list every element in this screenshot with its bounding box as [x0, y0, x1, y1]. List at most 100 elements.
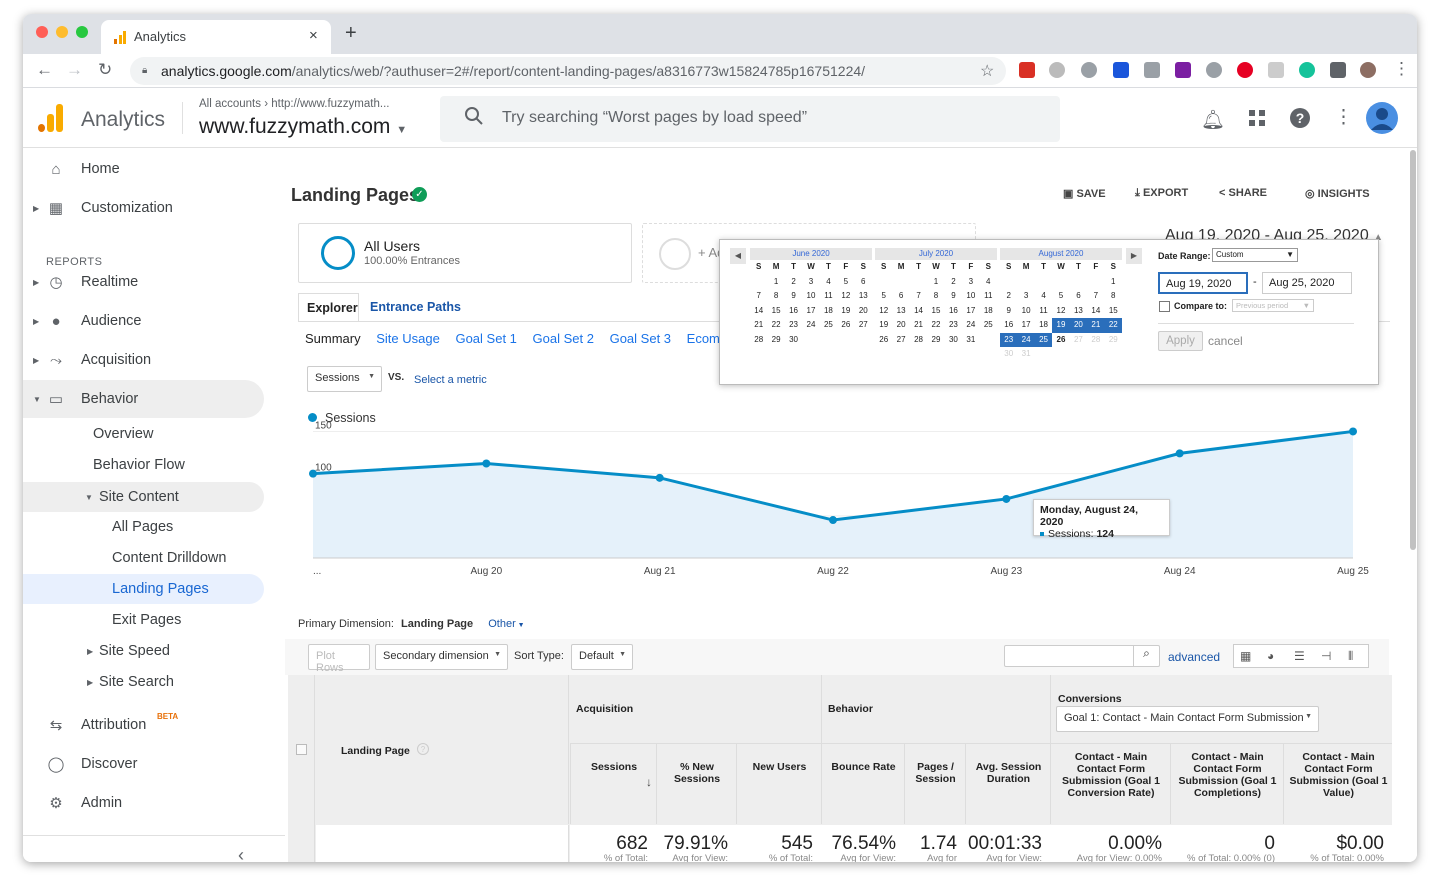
- calendar-day[interactable]: 4: [1035, 289, 1052, 304]
- extension-c-icon[interactable]: [1206, 62, 1222, 78]
- calendar-day[interactable]: 26: [875, 333, 892, 348]
- calendar-day[interactable]: 3: [1017, 289, 1034, 304]
- extensions-puzzle-icon[interactable]: [1330, 62, 1346, 78]
- apply-button[interactable]: Apply: [1158, 331, 1203, 351]
- pivot-view-icon[interactable]: ⦀: [1348, 649, 1353, 664]
- sort-type-select[interactable]: Default ▼: [571, 644, 633, 670]
- apps-grid-icon[interactable]: [1249, 110, 1265, 131]
- landing-page-header[interactable]: Landing Page ?: [316, 675, 569, 824]
- calendar-day[interactable]: 25: [820, 318, 837, 333]
- calendar-day[interactable]: 1: [927, 275, 944, 290]
- range-type-select[interactable]: Custom ▼: [1212, 248, 1298, 262]
- user-avatar[interactable]: [1366, 102, 1398, 134]
- column-header[interactable]: New Users: [736, 743, 821, 824]
- next-month-icon[interactable]: ▶: [1126, 248, 1142, 264]
- calendar-day[interactable]: 16: [785, 304, 802, 319]
- calendar-day[interactable]: 14: [910, 304, 927, 319]
- calendar-day[interactable]: 19: [1052, 318, 1070, 333]
- calendar-day[interactable]: 23: [945, 318, 962, 333]
- calendar-day[interactable]: 21: [1087, 318, 1105, 333]
- calendar-day[interactable]: 19: [875, 318, 892, 333]
- sort-descending-icon[interactable]: ↓: [646, 775, 652, 789]
- table-view-icon[interactable]: ▦: [1240, 649, 1251, 663]
- calendar-day[interactable]: 15: [767, 304, 784, 319]
- calendar-day[interactable]: 22: [767, 318, 784, 333]
- calendar-day[interactable]: 6: [1070, 289, 1087, 304]
- browser-menu-icon[interactable]: ⋮: [1393, 59, 1410, 79]
- back-icon[interactable]: ←: [36, 60, 53, 80]
- end-date-input[interactable]: Aug 25, 2020: [1262, 272, 1352, 294]
- page-scrollbar[interactable]: [1410, 150, 1416, 550]
- calendar-day[interactable]: 9: [785, 289, 802, 304]
- export-button[interactable]: ⤓ EXPORT: [1135, 187, 1188, 200]
- calendar-day[interactable]: 2: [1000, 289, 1017, 304]
- tab-close-icon[interactable]: ×: [309, 27, 318, 44]
- calendar-day[interactable]: 12: [875, 304, 892, 319]
- reload-icon[interactable]: ↻: [98, 60, 112, 80]
- extension-k-icon[interactable]: [1049, 62, 1065, 78]
- notifications-bell-icon[interactable]: 🔔︎: [1201, 108, 1225, 132]
- maximize-window-button[interactable]: [76, 26, 88, 38]
- calendar-day[interactable]: 20: [1069, 318, 1088, 333]
- calendar-day[interactable]: 19: [837, 304, 854, 319]
- goal-select[interactable]: Goal 1: Contact - Main Contact Form Subm…: [1056, 706, 1319, 732]
- calendar-day[interactable]: 14: [750, 304, 767, 319]
- start-date-input[interactable]: Aug 19, 2020: [1158, 272, 1248, 294]
- cancel-link[interactable]: cancel: [1208, 334, 1243, 348]
- calendar-day[interactable]: 8: [767, 289, 784, 304]
- calendar-day[interactable]: 9: [1000, 304, 1017, 319]
- calendar-day[interactable]: 7: [750, 289, 767, 304]
- minimize-window-button[interactable]: [56, 26, 68, 38]
- calendar-day[interactable]: 11: [980, 289, 997, 304]
- close-window-button[interactable]: [36, 26, 48, 38]
- calendar-day[interactable]: 27: [892, 333, 909, 348]
- calendar-day[interactable]: 30: [785, 333, 802, 348]
- column-header[interactable]: Bounce Rate: [821, 743, 904, 824]
- other-dimension-link[interactable]: Other: [488, 618, 516, 630]
- extension-camera-icon[interactable]: [1144, 62, 1160, 78]
- browser-tab[interactable]: Analytics ×: [101, 20, 331, 54]
- calendar-day[interactable]: 1: [767, 275, 784, 290]
- new-tab-icon[interactable]: +: [345, 22, 357, 45]
- calendar-day[interactable]: 5: [1052, 289, 1069, 304]
- calendar-day[interactable]: 10: [802, 289, 819, 304]
- tab-entrance-paths[interactable]: Entrance Paths: [370, 300, 461, 314]
- calendar-day[interactable]: 31: [962, 333, 979, 348]
- calendar-day[interactable]: 28: [910, 333, 927, 348]
- calendar-day[interactable]: 13: [892, 304, 909, 319]
- calendar-day[interactable]: 9: [945, 289, 962, 304]
- calendar-day[interactable]: 21: [910, 318, 927, 333]
- calendar-day[interactable]: 11: [820, 289, 837, 304]
- column-header[interactable]: % New Sessions: [656, 743, 736, 824]
- analytics-logo-icon[interactable]: [38, 104, 64, 132]
- subtab-site-usage[interactable]: Site Usage: [376, 331, 440, 346]
- calendar-day[interactable]: 28: [1087, 333, 1104, 348]
- search-box[interactable]: Try searching “Worst pages by load speed…: [440, 96, 1060, 142]
- calendar-day[interactable]: 6: [855, 275, 872, 290]
- calendar-day[interactable]: 16: [1000, 318, 1017, 333]
- extension-flag-icon[interactable]: [1268, 62, 1284, 78]
- compare-checkbox[interactable]: [1159, 301, 1170, 312]
- advanced-filter-link[interactable]: advanced: [1168, 650, 1220, 664]
- calendar-day[interactable]: 16: [945, 304, 962, 319]
- calendar-day[interactable]: 21: [750, 318, 767, 333]
- calendar-day[interactable]: 13: [1070, 304, 1087, 319]
- calendar-day[interactable]: 3: [962, 275, 979, 290]
- calendar-day[interactable]: 30: [1000, 347, 1017, 362]
- extension-calendar-icon[interactable]: [1019, 62, 1035, 78]
- help-icon[interactable]: ?: [1290, 108, 1310, 128]
- calendar-day[interactable]: 24: [802, 318, 819, 333]
- calendar-day[interactable]: 6: [892, 289, 909, 304]
- calendar-day[interactable]: 24: [1017, 332, 1035, 347]
- metric-select[interactable]: Sessions ▼: [307, 366, 382, 392]
- column-header[interactable]: Sessions ↓: [570, 743, 656, 824]
- calendar-day[interactable]: 13: [855, 289, 872, 304]
- calendar-day[interactable]: 12: [837, 289, 854, 304]
- subtab-summary[interactable]: Summary: [305, 331, 361, 346]
- url-field[interactable]: 🔒︎ analytics.google.com/analytics/web/?a…: [130, 57, 1006, 85]
- extension-shield-icon[interactable]: [1113, 62, 1129, 78]
- calendar-day[interactable]: 18: [820, 304, 837, 319]
- calendar-day[interactable]: 29: [927, 333, 944, 348]
- subtab-goal-set-1[interactable]: Goal Set 1: [455, 331, 516, 346]
- subtab-goal-set-3[interactable]: Goal Set 3: [610, 331, 671, 346]
